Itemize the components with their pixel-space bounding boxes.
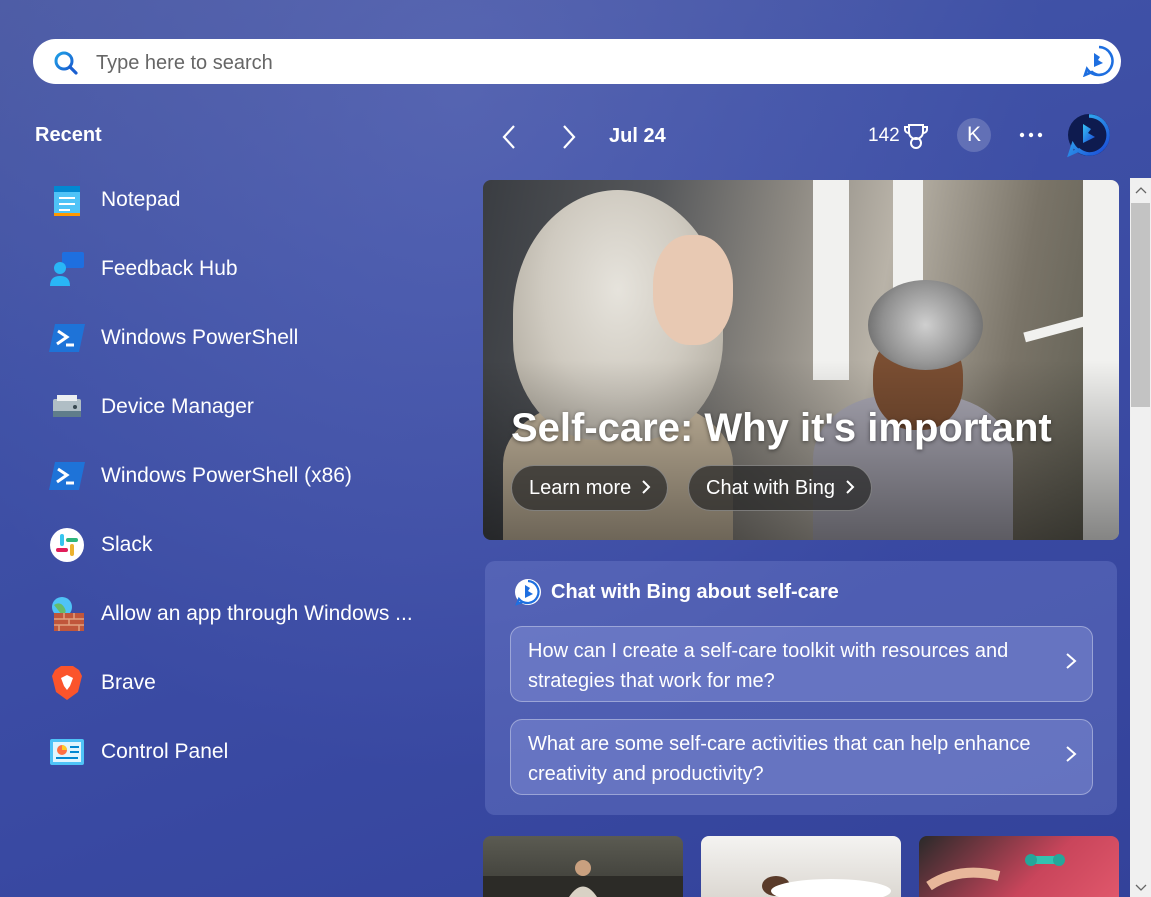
hero-title[interactable]: Self-care: Why it's important <box>511 406 1052 451</box>
recent-item-label: Windows PowerShell (x86) <box>101 464 352 487</box>
powershell-icon <box>48 319 86 357</box>
more-icon <box>1019 132 1043 138</box>
search-input[interactable] <box>96 51 1046 75</box>
scroll-down-button[interactable] <box>1130 878 1151 897</box>
scrollbar-thumb[interactable] <box>1131 203 1150 407</box>
recent-item-label: Allow an app through Windows ... <box>101 602 413 625</box>
recent-item-label: Device Manager <box>101 395 254 418</box>
date-label: Jul 24 <box>609 125 666 147</box>
recent-item-control-panel[interactable]: Control Panel <box>48 728 448 776</box>
story-thumbnail-sleep[interactable] <box>701 836 901 897</box>
chevron-right-icon <box>563 125 576 149</box>
chat-with-bing-button[interactable]: Chat with Bing <box>688 465 872 511</box>
more-options-button[interactable] <box>1016 120 1046 150</box>
recent-item-label: Slack <box>101 533 153 556</box>
recent-item-brave[interactable]: Brave <box>48 659 448 707</box>
chevron-right-icon <box>1066 746 1077 762</box>
bing-chat-icon <box>515 579 541 606</box>
chat-with-bing-label: Chat with Bing <box>706 476 835 499</box>
chevron-down-icon <box>1135 884 1146 891</box>
recent-item-allow-app-firewall[interactable]: Allow an app through Windows ... <box>48 590 448 638</box>
recent-item-label: Windows PowerShell <box>101 326 299 349</box>
chat-suggestion-1[interactable]: How can I create a self-care toolkit wit… <box>510 626 1093 702</box>
recent-heading: Recent <box>35 124 102 146</box>
learn-more-button[interactable]: Learn more <box>511 465 669 511</box>
scroll-up-button[interactable] <box>1130 180 1151 200</box>
rewards-points[interactable]: 142 <box>868 125 900 147</box>
notepad-icon <box>48 181 86 219</box>
recent-item-label: Feedback Hub <box>101 257 238 280</box>
brave-icon <box>48 664 86 702</box>
recent-item-label: Control Panel <box>101 740 229 763</box>
next-button[interactable] <box>554 121 584 153</box>
story-thumbnail-yoga[interactable] <box>483 836 683 897</box>
control-panel-icon <box>48 733 86 771</box>
learn-more-label: Learn more <box>529 476 632 499</box>
firewall-icon <box>48 595 86 633</box>
recent-item-device-manager[interactable]: Device Manager <box>48 383 448 431</box>
powershell-icon <box>48 457 86 495</box>
story-thumbnail-fitness[interactable] <box>919 836 1119 897</box>
chevron-right-icon <box>641 475 651 501</box>
recent-item-windows-powershell[interactable]: Windows PowerShell <box>48 314 448 362</box>
recent-item-label: Notepad <box>101 188 181 211</box>
chat-suggestions-heading: Chat with Bing about self-care <box>551 581 839 603</box>
chat-suggestion-text: What are some self-care activities that … <box>528 733 1031 785</box>
trophy-icon[interactable] <box>903 122 929 150</box>
recent-item-slack[interactable]: Slack <box>48 521 448 569</box>
chevron-right-icon <box>845 475 855 501</box>
device-manager-icon <box>48 388 86 426</box>
chevron-up-icon <box>1135 187 1146 194</box>
bing-chat-icon[interactable] <box>1083 45 1115 77</box>
fitness-image <box>926 854 1065 891</box>
slack-icon <box>48 526 86 564</box>
recent-item-notepad[interactable]: Notepad <box>48 176 448 224</box>
recent-item-label: Brave <box>101 671 156 694</box>
avatar[interactable]: K <box>957 118 991 152</box>
chevron-right-icon <box>1066 653 1077 669</box>
hero-card[interactable]: Self-care: Why it's important Learn more… <box>483 180 1119 540</box>
yoga-image <box>483 860 683 897</box>
search-icon <box>54 51 78 75</box>
feedback-hub-icon <box>48 250 86 288</box>
sleep-image <box>762 876 891 897</box>
recent-item-windows-powershell-x86[interactable]: Windows PowerShell (x86) <box>48 452 448 500</box>
chat-suggestion-text: How can I create a self-care toolkit wit… <box>528 640 1009 692</box>
previous-button[interactable] <box>494 121 524 153</box>
chat-suggestion-2[interactable]: What are some self-care activities that … <box>510 719 1093 795</box>
bing-logo-icon[interactable] <box>1066 112 1112 158</box>
chevron-left-icon <box>502 125 515 149</box>
recent-item-feedback-hub[interactable]: Feedback Hub <box>48 245 448 293</box>
